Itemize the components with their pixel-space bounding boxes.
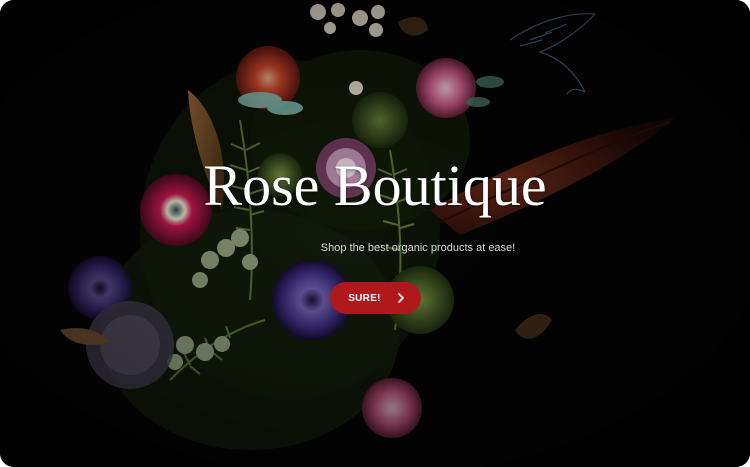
chevron-right-icon xyxy=(398,293,404,303)
sure-button[interactable]: SURE! xyxy=(330,282,421,314)
hero-title: Rose Boutique xyxy=(203,153,547,218)
hero-section: Rose Boutique Shop the best organic prod… xyxy=(0,0,750,467)
dark-overlay xyxy=(0,0,750,467)
hero-subtitle: Shop the best organic products at ease! xyxy=(0,240,750,256)
hero-subtitle-text: Shop the best organic products at ease! xyxy=(320,242,516,254)
sure-button-label: SURE! xyxy=(348,292,381,304)
